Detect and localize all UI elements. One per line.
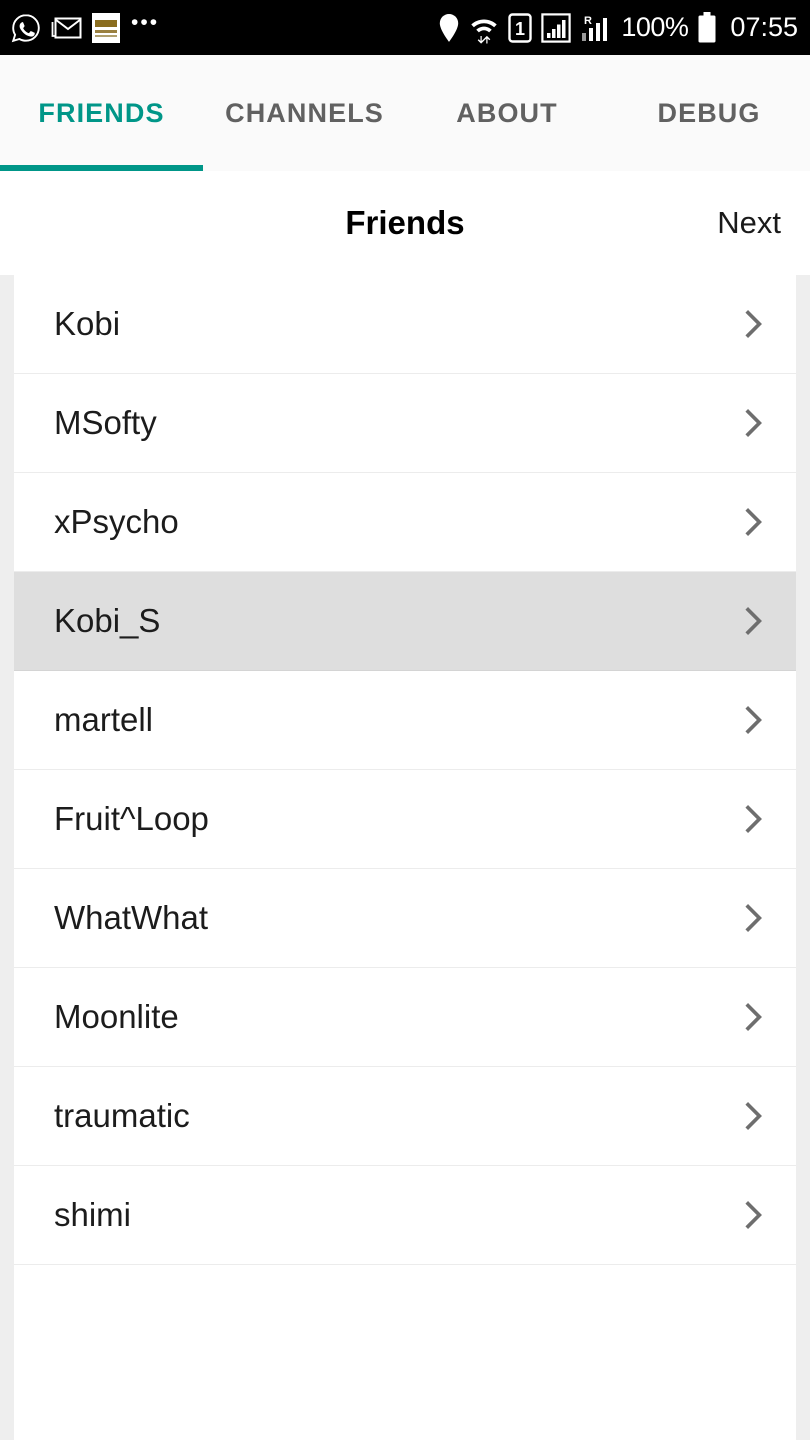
clock-label: 07:55 bbox=[730, 12, 798, 42]
notification-overflow-icon: ••• bbox=[131, 11, 160, 34]
friend-name-label: Moonlite bbox=[54, 998, 179, 1035]
friends-list-scroll[interactable]: Kobi MSofty xPsycho Kobi_Smartell Fruit^Loop… bbox=[0, 275, 810, 1440]
friends-list: Kobi MSofty xPsycho Kobi_Smartell Fruit^Loop… bbox=[14, 275, 796, 1265]
chevron-right-icon bbox=[745, 1201, 762, 1229]
tab-about-label: ABOUT bbox=[456, 97, 558, 128]
friend-name-label: shimi bbox=[54, 1196, 132, 1233]
screen-header: Friends Next bbox=[0, 171, 810, 275]
app-window: ••• 1 R 100% 07:55 FRIENDS CHANNELS ABOU… bbox=[0, 0, 810, 1440]
next-button[interactable]: Next bbox=[713, 199, 785, 247]
chevron-right-icon bbox=[745, 1003, 762, 1031]
battery-percent-label: 100% bbox=[621, 12, 689, 42]
friend-row[interactable]: traumatic bbox=[14, 1067, 796, 1166]
friend-name-label: Fruit^Loop bbox=[54, 800, 209, 837]
friend-row[interactable]: Kobi bbox=[14, 275, 796, 374]
svg-text:R: R bbox=[584, 15, 592, 27]
signal-icon bbox=[541, 12, 572, 43]
friend-row[interactable]: Kobi_S bbox=[14, 572, 796, 671]
tab-debug[interactable]: DEBUG bbox=[608, 55, 810, 171]
news-app-icon bbox=[92, 12, 120, 43]
chevron-right-icon bbox=[745, 607, 762, 635]
friend-name-label: MSofty bbox=[54, 404, 157, 441]
friend-name-label: Kobi_S bbox=[54, 602, 161, 639]
friend-row[interactable]: martell bbox=[14, 671, 796, 770]
page-title: Friends bbox=[345, 204, 465, 241]
list-empty-area bbox=[14, 1265, 796, 1440]
tab-friends[interactable]: FRIENDS bbox=[0, 55, 203, 171]
status-notifications: ••• bbox=[10, 12, 159, 44]
tab-friends-label: FRIENDS bbox=[38, 97, 165, 128]
chevron-right-icon bbox=[745, 1102, 762, 1130]
svg-text:1: 1 bbox=[515, 19, 525, 39]
tab-about[interactable]: ABOUT bbox=[406, 55, 608, 171]
friend-row[interactable]: Fruit^Loop bbox=[14, 770, 796, 869]
chevron-right-icon bbox=[745, 310, 762, 338]
tab-channels-label: CHANNELS bbox=[225, 97, 384, 128]
chevron-right-icon bbox=[745, 409, 762, 437]
status-bar: ••• 1 R 100% 07:55 bbox=[0, 0, 810, 55]
whatsapp-icon bbox=[11, 13, 40, 42]
chevron-right-icon bbox=[745, 904, 762, 932]
friend-name-label: xPsycho bbox=[54, 503, 179, 540]
gmail-icon bbox=[51, 17, 82, 38]
location-icon bbox=[440, 13, 459, 42]
chevron-right-icon bbox=[745, 805, 762, 833]
tab-debug-label: DEBUG bbox=[657, 97, 761, 128]
friend-name-label: Kobi bbox=[54, 305, 121, 342]
friend-row[interactable]: Moonlite bbox=[14, 968, 796, 1067]
tab-bar: FRIENDS CHANNELS ABOUT DEBUG bbox=[0, 55, 810, 171]
chevron-right-icon bbox=[745, 508, 762, 536]
friend-name-label: traumatic bbox=[54, 1097, 190, 1134]
tab-channels[interactable]: CHANNELS bbox=[203, 55, 406, 171]
chevron-right-icon bbox=[745, 706, 762, 734]
friend-name-label: WhatWhat bbox=[54, 899, 209, 936]
friend-row[interactable]: WhatWhat bbox=[14, 869, 796, 968]
battery-icon bbox=[698, 11, 716, 42]
roaming-signal-icon: R bbox=[582, 15, 608, 41]
friend-row[interactable]: xPsycho bbox=[14, 473, 796, 572]
status-indicators: 1 R 100% 07:55 bbox=[438, 11, 798, 44]
friend-row[interactable]: MSofty bbox=[14, 374, 796, 473]
friend-row[interactable]: shimi bbox=[14, 1166, 796, 1265]
wifi-icon bbox=[471, 19, 498, 44]
friend-name-label: martell bbox=[54, 701, 154, 738]
sim-1-icon: 1 bbox=[508, 12, 533, 43]
